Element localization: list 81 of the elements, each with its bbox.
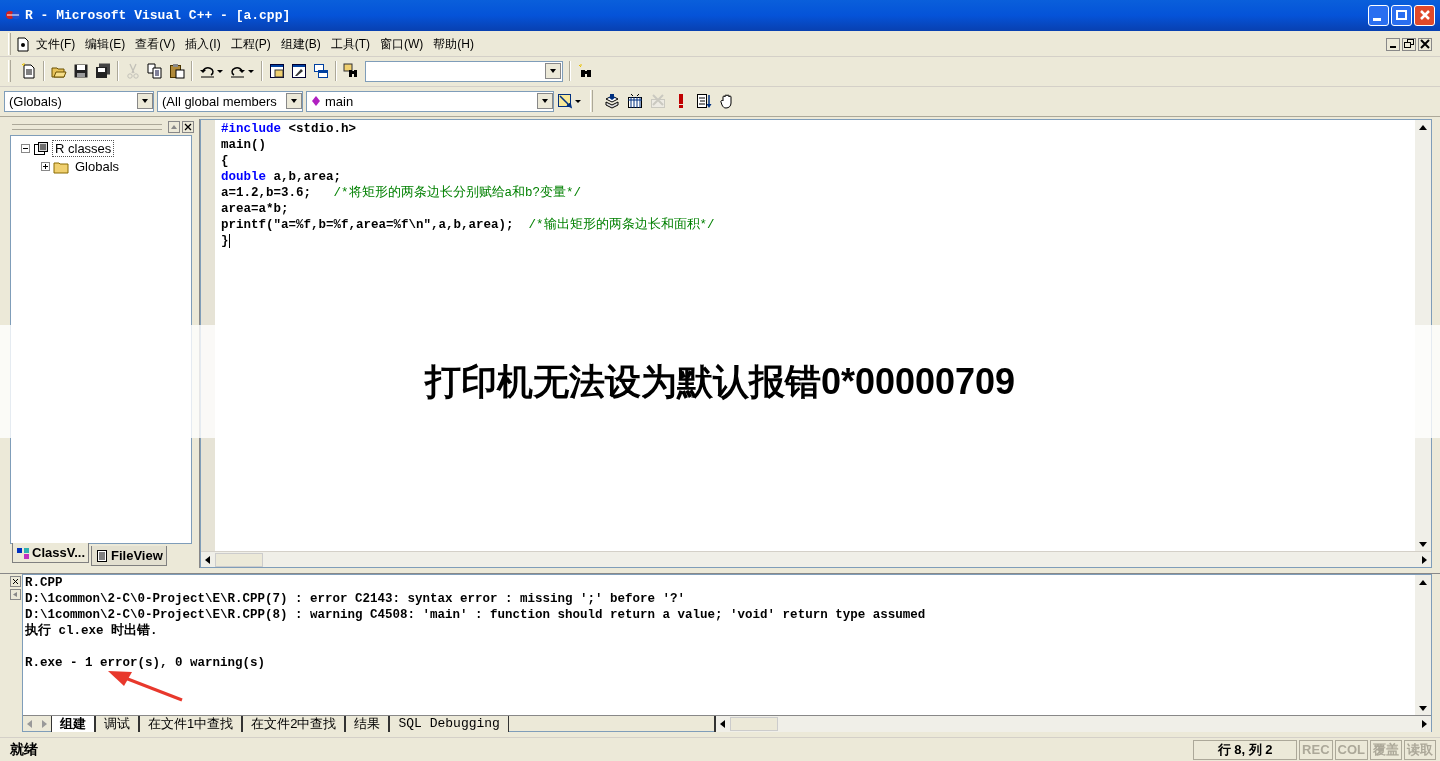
member-combo-box[interactable]: main <box>306 90 554 112</box>
code-line: area=a*b; <box>221 200 290 217</box>
minimize-document-button[interactable] <box>1386 37 1400 51</box>
output-line: R.CPP <box>25 575 64 592</box>
clipboard-icon[interactable] <box>169 63 185 80</box>
menu-item[interactable]: 查看(V) <box>130 35 181 54</box>
close-panel-icon <box>11 578 19 586</box>
file-view-icon <box>95 548 109 563</box>
output-line: D:\1common\2-C\0-Project\E\R.CPP(7) : error C2143: syntax error : missing ';' before '?' <box>25 591 687 608</box>
panel-icon[interactable] <box>291 63 307 80</box>
output-tab[interactable]: 结果 <box>345 715 390 732</box>
diamond-icon <box>311 95 321 108</box>
output-tab[interactable]: SQL Debugging <box>389 715 509 732</box>
output-line: 执行 cl.exe 时出错. <box>25 623 159 640</box>
panel-tab[interactable]: FileView <box>91 546 167 567</box>
restore-panel-icon <box>11 591 19 599</box>
class-view-icon <box>16 545 30 560</box>
restore-document-icon <box>1404 39 1414 50</box>
banner-title: 打印机无法设为默认报错0*00000709 <box>424 359 1016 404</box>
grid-icon[interactable] <box>627 93 643 110</box>
close-icon <box>1419 10 1430 21</box>
list-arrow-icon[interactable] <box>696 93 712 110</box>
status-message: 就绪 <box>10 740 39 759</box>
hand-icon[interactable] <box>719 93 735 110</box>
code-line: #include <stdio.h> <box>221 120 358 137</box>
close-button[interactable] <box>1414 4 1435 26</box>
binoculars-icon[interactable] <box>343 63 359 80</box>
close-panel-button[interactable] <box>9 576 21 588</box>
copy-icon[interactable] <box>147 63 163 80</box>
restore-document-button[interactable] <box>1402 37 1416 51</box>
panel-tab[interactable]: ClassV... <box>12 543 89 564</box>
code-line: a=1.2,b=3.6; /*将矩形的两条边长分别赋给a和b?变量*/ <box>221 184 583 201</box>
menu-item[interactable]: 工具(T) <box>325 35 375 54</box>
windows-icon[interactable] <box>313 63 329 80</box>
menu-item[interactable]: 帮助(H) <box>428 35 479 54</box>
menu-item[interactable]: 工程(P) <box>225 35 276 54</box>
floppy-disks-icon[interactable] <box>95 63 111 80</box>
menu-item[interactable]: 窗口(W) <box>375 35 429 54</box>
status-indicator: 覆盖 <box>1370 739 1402 760</box>
output-line: R.exe - 1 error(s), 0 warning(s) <box>25 655 267 672</box>
menu-item[interactable]: 文件(F) <box>31 35 81 54</box>
scrollbar-thumb[interactable] <box>730 716 778 731</box>
wizard-action-icon[interactable] <box>557 93 573 110</box>
status-indicator: COL <box>1334 739 1368 760</box>
output-tab[interactable]: 在文件2中查找 <box>242 715 346 732</box>
filter-combo-box[interactable]: (All global members <box>157 90 303 112</box>
code-line: main() <box>221 136 267 153</box>
close-document-button[interactable] <box>1418 37 1432 51</box>
code-line: } <box>221 232 231 249</box>
status-indicator: 读取 <box>1404 739 1436 760</box>
output-line: D:\1common\2-C\0-Project\E\R.CPP(8) : warning C4508: 'main' : function should return a value; 'void' return type assumed <box>25 607 927 623</box>
code-line: printf("a=%f,b=%f,area=%f\n",a,b,area); /*输出矩形的两条边长和面积*/ <box>221 216 716 233</box>
maximize-button[interactable] <box>1391 4 1412 26</box>
window-icon[interactable] <box>269 63 285 80</box>
code-line: double a,b,area; <box>221 168 343 185</box>
class-combo-box[interactable]: (Globals) <box>4 90 154 112</box>
menu-item[interactable]: 插入(I) <box>180 35 226 54</box>
minimize-button[interactable] <box>1368 4 1389 26</box>
binoculars-icon[interactable] <box>577 63 593 80</box>
status-indicator: REC <box>1299 739 1333 760</box>
menu-item[interactable]: 编辑(E) <box>80 35 131 54</box>
classes-icon <box>33 140 49 157</box>
scrollbar-thumb[interactable] <box>215 552 263 567</box>
file-icon[interactable] <box>21 63 37 80</box>
close-document-icon <box>1420 39 1430 50</box>
tree-item[interactable]: R classes <box>52 140 115 158</box>
menu-item[interactable]: 组建(B) <box>275 35 326 54</box>
close-panel-icon <box>184 122 192 131</box>
cursor-position: 行 8, 列 2 <box>1193 739 1298 760</box>
close-panel-button[interactable] <box>182 120 194 133</box>
document-icon <box>15 36 31 53</box>
window-title: R - Microsoft Visual C++ - [a.cpp] <box>25 6 291 25</box>
output-tab[interactable]: 组建 <box>51 715 95 732</box>
maximize-icon <box>1396 10 1407 21</box>
tree-item[interactable]: Globals <box>72 158 123 176</box>
stack-icon[interactable] <box>604 93 620 110</box>
code-line: { <box>221 152 230 169</box>
minimize-icon <box>1373 17 1381 21</box>
output-tab[interactable]: 调试 <box>95 715 139 732</box>
minimize-document-icon <box>1390 45 1396 48</box>
output-tab[interactable]: 在文件1中查找 <box>139 715 243 732</box>
